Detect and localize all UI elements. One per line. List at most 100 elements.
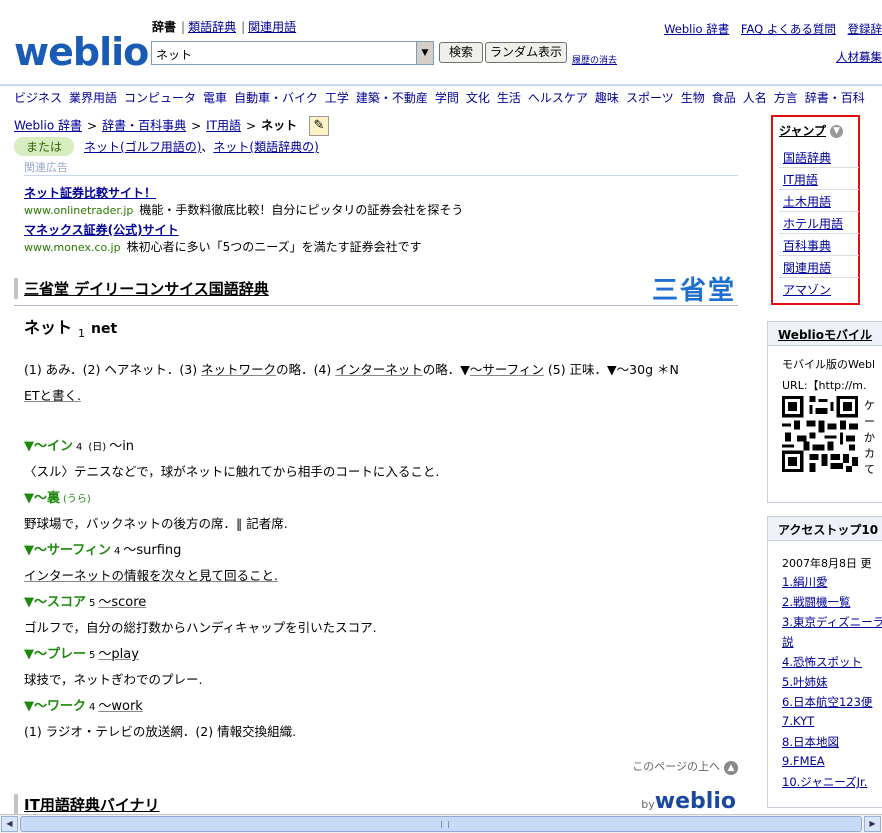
sanseido-logo[interactable]: 三省堂 — [652, 270, 736, 307]
random-button[interactable]: ランダム表示 — [485, 42, 567, 63]
category-link[interactable]: 食品 — [712, 91, 736, 105]
breadcrumb-item[interactable]: 辞書・百科事典 — [102, 119, 186, 133]
jump-item[interactable]: 百科事典 — [783, 237, 831, 254]
ad-title[interactable]: マネックス証券(公式)サイト — [24, 223, 179, 237]
sub-entry-text: 〈スル〉テニスなどで，球がネットに触れてから相手のコートに入ること. — [24, 464, 440, 479]
category-link[interactable]: 辞書・百科 — [805, 91, 865, 105]
sub-entry-head: ▼～スコア 5 ～score — [24, 595, 147, 610]
breadcrumb-current: ネット — [261, 118, 298, 133]
jump-item[interactable]: 関連用語 — [783, 259, 831, 276]
jump-item[interactable]: 国語辞典 — [783, 149, 831, 166]
rank-item[interactable]: 7.KYT — [782, 714, 814, 728]
sub-entry-text: ゴルフで，自分の総打数からハンディキャップを引いたスコア. — [24, 620, 377, 635]
scroll-left-arrow-icon[interactable]: ◀ — [1, 816, 18, 832]
jump-item[interactable]: アマゾン — [783, 281, 831, 298]
ads-label: 関連広告 — [24, 161, 68, 174]
alternative-row: または ネット(ゴルフ用語の)、ネット(類語辞典の) — [14, 137, 319, 156]
access-title: アクセストップ10 — [768, 517, 882, 541]
by-weblio-logo: byweblio — [641, 789, 736, 814]
category-link[interactable]: コンピュータ — [124, 91, 196, 105]
ad-title[interactable]: ネット証券比較サイト！ — [24, 186, 156, 200]
scroll-right-arrow-icon[interactable]: ▶ — [864, 816, 881, 832]
jump-title[interactable]: ジャンプ ▼ — [779, 122, 844, 139]
tab-thesaurus[interactable]: 類語辞典 — [188, 20, 236, 34]
search-input[interactable]: ネット — [151, 41, 434, 65]
category-link[interactable]: 文化 — [466, 91, 490, 105]
breadcrumb-item[interactable]: Weblio 辞書 — [14, 119, 82, 133]
category-link[interactable]: 生活 — [497, 91, 521, 105]
sub-entry-head: ▼～裏 (うら) — [24, 491, 91, 506]
weblio-logo[interactable]: weblio — [14, 30, 149, 74]
ad-url[interactable]: www.monex.co.jp — [24, 241, 121, 254]
ad-item: ネット証券比較サイト！ www.onlinetrader.jp 機能・手数料徹底比… — [24, 186, 464, 217]
sub-entry-head: ▼～ワーク 4 ～work — [24, 699, 143, 714]
sub-entry-text: 球技で，ネットぎわでのプレー. — [24, 672, 203, 687]
category-link[interactable]: 建築・不動産 — [356, 91, 428, 105]
rank-item[interactable]: 4.恐怖スポット — [782, 654, 862, 670]
rank-item[interactable]: 5.叶姉妹 — [782, 674, 827, 690]
sub-entry-text: (1) ラジオ・テレビの放送網．(2) 情報交換組織. — [24, 724, 297, 739]
category-link[interactable]: 方言 — [774, 91, 798, 105]
recruit-link[interactable]: 人材募集 — [836, 49, 882, 65]
rank-item[interactable]: 1.絹川愛 — [782, 574, 827, 590]
category-link[interactable]: 電車 — [203, 91, 227, 105]
mobile-title: Weblioモバイル — [768, 322, 882, 346]
category-bar: ビジネス 業界用語 コンピュータ 電車 自動車・バイク 工学 建築・不動産 学問 文化 生活 ヘルス… — [0, 84, 882, 108]
access-top10-panel: アクセストップ10 2007年8月8日 更 1.絹川愛 2.戦闘機一覧 3.東京… — [767, 516, 882, 808]
clear-history-link[interactable]: 履歴の消去 — [572, 53, 617, 66]
jump-item[interactable]: IT用語 — [783, 171, 818, 188]
rank-item[interactable]: 10.ジャニーズJr. — [782, 774, 867, 790]
tab-dictionary[interactable]: 辞書 — [152, 20, 176, 34]
rank-item[interactable]: 2.戦闘機一覧 — [782, 594, 850, 610]
top-link-weblio[interactable]: Weblio 辞書 — [664, 22, 729, 36]
category-link[interactable]: ヘルスケア — [528, 91, 588, 105]
ad-url[interactable]: www.onlinetrader.jp — [24, 204, 133, 217]
sub-entry-head: ▼～サーフィン 4 ～surfing — [24, 543, 182, 558]
top-link-faq[interactable]: FAQ よくある質問 — [741, 22, 836, 36]
rank-item[interactable]: 8.日本地図 — [782, 734, 839, 750]
category-link[interactable]: 自動車・バイク — [234, 91, 318, 105]
sub-entry-text: 野球場で，バックネットの後方の席．‖ 記者席. — [24, 516, 288, 531]
alt-link-thesaurus[interactable]: ネット(類語辞典の) — [213, 140, 318, 154]
search-dropdown-arrow-icon[interactable]: ▼ — [416, 42, 433, 64]
entry-headword: ネット 1 net — [24, 318, 118, 340]
arrow-up-icon: ▲ — [724, 761, 738, 775]
sub-entry-text: インターネットの情報を次々と見て回ること. — [24, 568, 278, 583]
category-link[interactable]: スポーツ — [626, 91, 674, 105]
category-link[interactable]: 生物 — [681, 91, 705, 105]
rank-item[interactable]: 9.FMEA — [782, 754, 825, 768]
jump-item[interactable]: ホテル用語 — [783, 215, 843, 232]
header: weblio 辞書 | 類語辞典 | 関連用語 ネット ▼ 検索 ランダム表示 履歴の消… — [0, 0, 882, 84]
jump-item[interactable]: 土木用語 — [783, 193, 831, 210]
category-link[interactable]: 業界用語 — [69, 91, 117, 105]
category-link[interactable]: ビジネス — [14, 91, 62, 105]
alt-link-golf[interactable]: ネット(ゴルフ用語の) — [84, 140, 201, 154]
divider — [14, 305, 738, 306]
page-top-link[interactable]: このページの上へ ▲ — [632, 758, 738, 775]
category-link[interactable]: 趣味 — [595, 91, 619, 105]
search-button[interactable]: 検索 — [439, 42, 483, 63]
tab-related-terms[interactable]: 関連用語 — [248, 20, 296, 34]
horizontal-scrollbar[interactable]: ◀ ▶ — [0, 814, 882, 833]
category-link[interactable]: 工学 — [325, 91, 349, 105]
category-link[interactable]: 学問 — [435, 91, 459, 105]
top-link-register[interactable]: 登録辞 — [848, 22, 882, 36]
ad-item: マネックス証券(公式)サイト www.monex.co.jp 株初心者に多い「5つ… — [24, 223, 422, 254]
top-links: Weblio 辞書 FAQ よくある質問 登録辞 — [656, 21, 882, 37]
breadcrumb: Weblio 辞書 > 辞書・百科事典 > IT用語 > ネット ✎ — [14, 116, 329, 136]
category-link[interactable]: 人名 — [743, 91, 767, 105]
jump-box: ジャンプ ▼ 国語辞典 IT用語 土木用語 ホテル用語 百科事典 関連用語 アマゾ… — [771, 115, 860, 305]
divider — [24, 175, 738, 176]
definition-text: (1) あみ．(2) ヘアネット．(3) ネットワークの略．(4) インターネッ… — [24, 362, 679, 377]
breadcrumb-item[interactable]: IT用語 — [206, 119, 241, 133]
scrollbar-thumb[interactable] — [20, 816, 862, 832]
rank-item[interactable]: 6.日本航空123便 — [782, 694, 872, 710]
pencil-icon[interactable]: ✎ — [308, 116, 329, 136]
sub-entry-head: ▼～イン 4 (日) ～in — [24, 439, 135, 454]
rank-item[interactable]: 3.東京ディズニーラ — [782, 614, 882, 630]
arrow-down-icon: ▼ — [830, 125, 844, 138]
rank-item[interactable]: 説 — [782, 634, 794, 650]
dictionary-tabs: 辞書 | 類語辞典 | 関連用語 — [152, 20, 297, 34]
dictionary-entry: ネット 1 net (1) あみ．(2) ヘアネット．(3) ネットワークの略．(4… — [24, 314, 734, 739]
section-heading: 三省堂 デイリーコンサイス国語辞典 — [14, 278, 738, 299]
